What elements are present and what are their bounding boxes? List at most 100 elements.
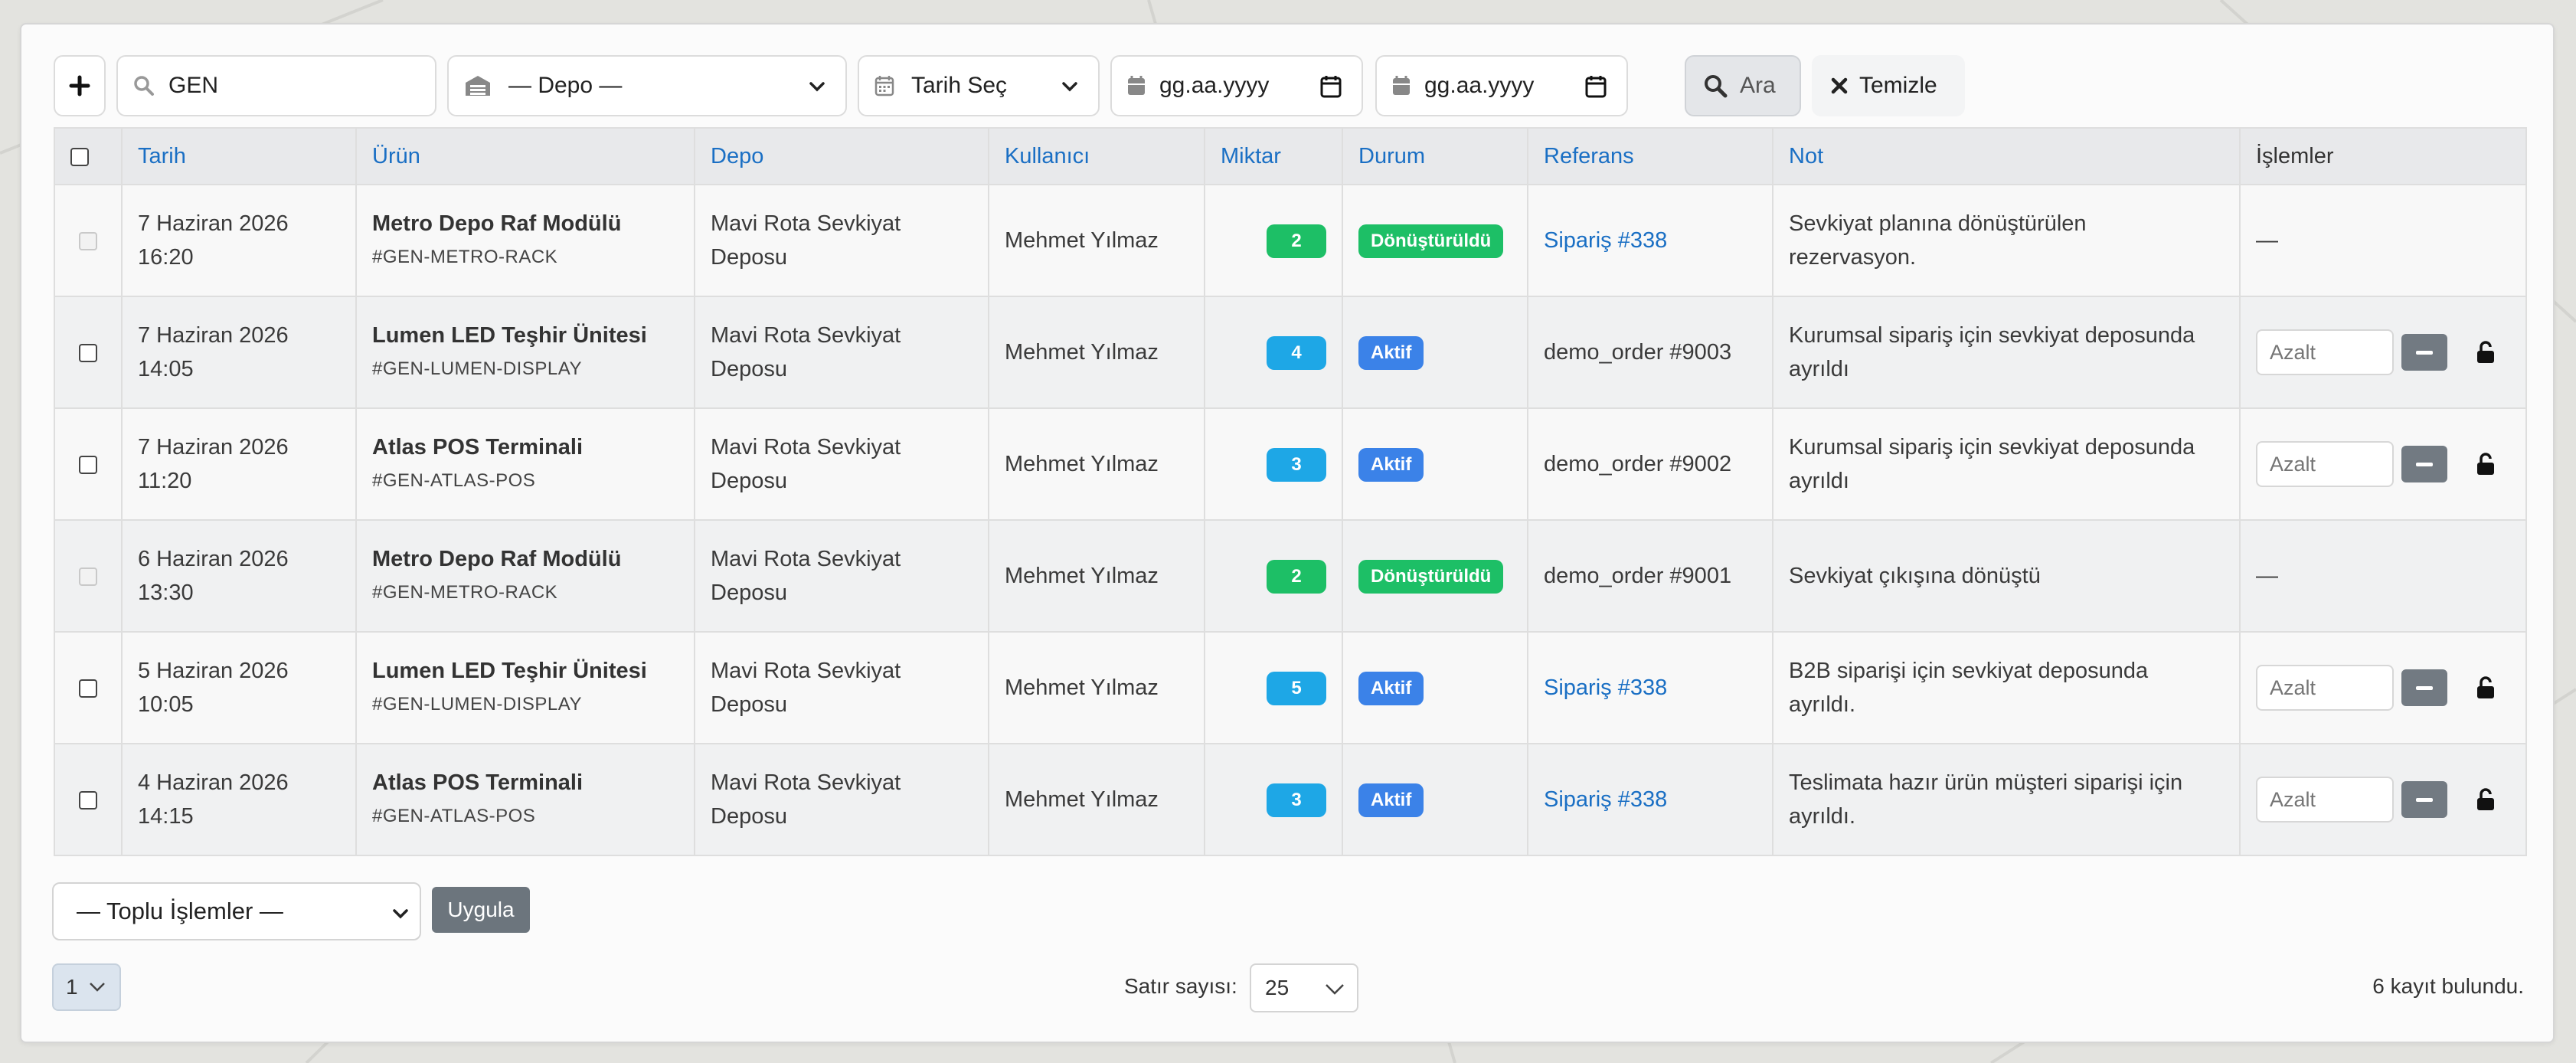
ref-cell: Sipariş #338 [1527, 631, 1773, 744]
qty-badge: 2 [1267, 560, 1326, 594]
product-cell: Metro Depo Raf Modülü #GEN-METRO-RACK [355, 184, 695, 297]
decrease-button[interactable] [2401, 446, 2447, 482]
decrease-button[interactable] [2401, 781, 2447, 818]
date-cell: 4 Haziran 2026 14:15 [121, 743, 357, 856]
row-checkbox [79, 567, 97, 587]
row-checkbox[interactable] [79, 791, 97, 810]
row-checkbox[interactable] [79, 344, 97, 363]
add-button[interactable] [54, 55, 106, 116]
minus-icon [2416, 462, 2433, 466]
bulk-actions-select[interactable]: — Toplu İşlemler — [52, 882, 421, 940]
rows-per-page-value: 25 [1265, 976, 1290, 999]
status-cell: Aktif [1342, 296, 1528, 409]
calendar-picker-icon[interactable] [1320, 75, 1342, 98]
warehouse-icon [466, 76, 490, 96]
ref-link[interactable]: Sipariş #338 [1544, 228, 1667, 253]
status-cell: Dönüştürüldü [1342, 184, 1528, 297]
note-line2: ayrıldı [1789, 469, 1849, 493]
note-line2: ayrıldı. [1789, 804, 1856, 829]
product-cell: Atlas POS Terminali #GEN-ATLAS-POS [355, 743, 695, 856]
unlock-icon[interactable] [2476, 453, 2495, 476]
table-row: 7 Haziran 2026 14:05 Lumen LED Teşhir Üni… [54, 296, 2527, 409]
date-text: 7 Haziran 2026 [138, 435, 289, 460]
column-header-referans[interactable]: Referans [1527, 127, 1773, 185]
qty-cell: 4 [1204, 296, 1343, 409]
column-header-urun[interactable]: Ürün [355, 127, 695, 185]
depo-line1: Mavi Rota Sevkiyat [711, 435, 901, 460]
unlock-icon[interactable] [2476, 788, 2495, 811]
product-name: Metro Depo Raf Modülü [372, 547, 622, 571]
decrease-button[interactable] [2401, 334, 2447, 371]
rows-per-page-select[interactable]: 25 [1250, 963, 1358, 1012]
ref-cell: Sipariş #338 [1527, 743, 1773, 856]
date-text: 7 Haziran 2026 [138, 323, 289, 348]
ref-cell: demo_order #9001 [1527, 519, 1773, 633]
unlock-icon[interactable] [2476, 341, 2495, 364]
note-line1: B2B siparişi için sevkiyat deposunda [1789, 659, 2149, 683]
row-checkbox[interactable] [79, 456, 97, 475]
time-text: 14:05 [138, 357, 194, 381]
row-checkbox[interactable] [79, 679, 97, 698]
date-text: 6 Haziran 2026 [138, 547, 289, 571]
user-cell: Mehmet Yılmaz [988, 519, 1205, 633]
clear-button-label: Temizle [1859, 73, 1937, 98]
ops-cell [2239, 743, 2527, 856]
decrease-qty-input[interactable] [2256, 329, 2394, 375]
minus-icon [2416, 685, 2433, 690]
date-text: 4 Haziran 2026 [138, 770, 289, 795]
calendar-icon [874, 76, 894, 96]
date-from-field[interactable]: gg.aa.yyyy [1110, 55, 1363, 116]
qty-badge: 4 [1267, 336, 1326, 370]
date-to-field[interactable]: gg.aa.yyyy [1375, 55, 1628, 116]
ref-link[interactable]: Sipariş #338 [1544, 675, 1667, 700]
ref-cell: demo_order #9002 [1527, 407, 1773, 521]
decrease-qty-input[interactable] [2256, 441, 2394, 487]
decrease-qty-input[interactable] [2256, 777, 2394, 823]
column-header-miktar[interactable]: Miktar [1204, 127, 1343, 185]
user-cell: Mehmet Yılmaz [988, 631, 1205, 744]
column-header-depo[interactable]: Depo [694, 127, 989, 185]
column-header-kullanici[interactable]: Kullanıcı [988, 127, 1205, 185]
depo-line1: Mavi Rota Sevkiyat [711, 323, 901, 348]
date-cell: 7 Haziran 2026 16:20 [121, 184, 357, 297]
depo-select[interactable]: — Depo — [447, 55, 847, 116]
note-line1: Kurumsal sipariş için sevkiyat deposunda [1789, 435, 2195, 460]
page-select[interactable]: 1 [52, 963, 121, 1011]
date-cell: 7 Haziran 2026 14:05 [121, 296, 357, 409]
search-button[interactable]: Ara [1685, 55, 1801, 116]
column-header-durum[interactable]: Durum [1342, 127, 1528, 185]
decrease-button[interactable] [2401, 669, 2447, 706]
unlock-icon[interactable] [2476, 676, 2495, 699]
column-header-not[interactable]: Not [1772, 127, 2241, 185]
table-row: 7 Haziran 2026 16:20 Metro Depo Raf Modül… [54, 184, 2527, 297]
table-row: 6 Haziran 2026 13:30 Metro Depo Raf Modül… [54, 519, 2527, 633]
search-icon [134, 76, 154, 96]
product-cell: Atlas POS Terminali #GEN-ATLAS-POS [355, 407, 695, 521]
select-all-checkbox[interactable] [70, 147, 89, 166]
ref-link[interactable]: Sipariş #338 [1544, 787, 1667, 812]
calendar-picker-icon[interactable] [1585, 75, 1607, 98]
status-cell: Dönüştürüldü [1342, 519, 1528, 633]
date-range-label: Tarih Seç [911, 73, 1008, 98]
date-text: 5 Haziran 2026 [138, 659, 289, 683]
qty-badge: 3 [1267, 783, 1326, 817]
decrease-qty-input[interactable] [2256, 665, 2394, 711]
clear-button[interactable]: Temizle [1812, 55, 1965, 116]
qty-badge: 5 [1267, 672, 1326, 705]
minus-icon [2416, 350, 2433, 355]
search-field[interactable] [116, 55, 436, 116]
note-line1: Kurumsal sipariş için sevkiyat deposunda [1789, 323, 2195, 348]
qty-badge: 2 [1267, 224, 1326, 258]
ops-cell [2239, 296, 2527, 409]
column-header-tarih[interactable]: Tarih [121, 127, 357, 185]
search-button-label: Ara [1740, 73, 1776, 98]
status-badge: Aktif [1358, 336, 1424, 370]
qty-cell: 5 [1204, 631, 1343, 744]
search-input[interactable] [168, 73, 398, 99]
record-count: 6 kayıt bulundu. [2372, 974, 2524, 998]
user-cell: Mehmet Yılmaz [988, 184, 1205, 297]
date-range-select[interactable]: Tarih Seç [858, 55, 1100, 116]
table-row: 7 Haziran 2026 11:20 Atlas POS Terminali #… [54, 407, 2527, 521]
apply-button[interactable]: Uygula [432, 887, 530, 933]
date-cell: 5 Haziran 2026 10:05 [121, 631, 357, 744]
